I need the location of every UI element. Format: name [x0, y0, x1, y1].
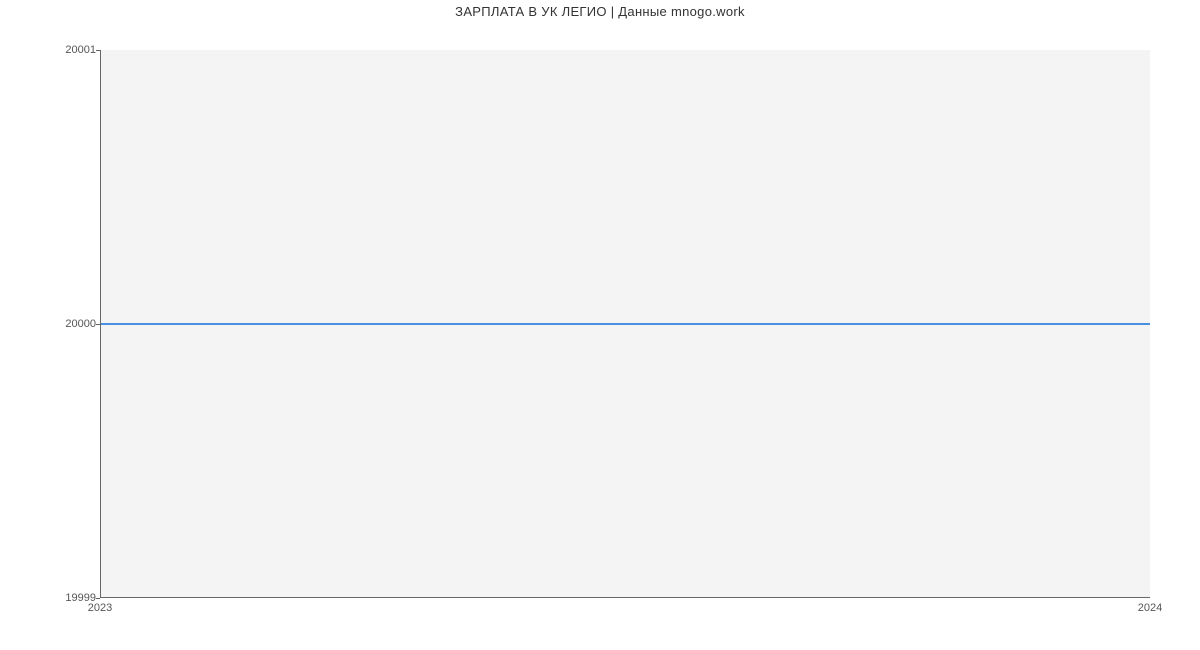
- y-tick-top: 20001: [6, 44, 96, 56]
- y-tick-bottom: 19999: [6, 592, 96, 604]
- salary-line-chart: ЗАРПЛАТА В УК ЛЕГИО | Данные mnogo.work …: [0, 0, 1200, 650]
- x-tick-left: 2023: [88, 602, 112, 614]
- chart-title: ЗАРПЛАТА В УК ЛЕГИО | Данные mnogo.work: [0, 0, 1200, 19]
- y-tick-mid: 20000: [6, 318, 96, 330]
- plot-area: [100, 50, 1150, 598]
- x-tick-right: 2024: [1138, 602, 1162, 614]
- y-tick-mark: [96, 598, 100, 599]
- data-line: [101, 323, 1150, 325]
